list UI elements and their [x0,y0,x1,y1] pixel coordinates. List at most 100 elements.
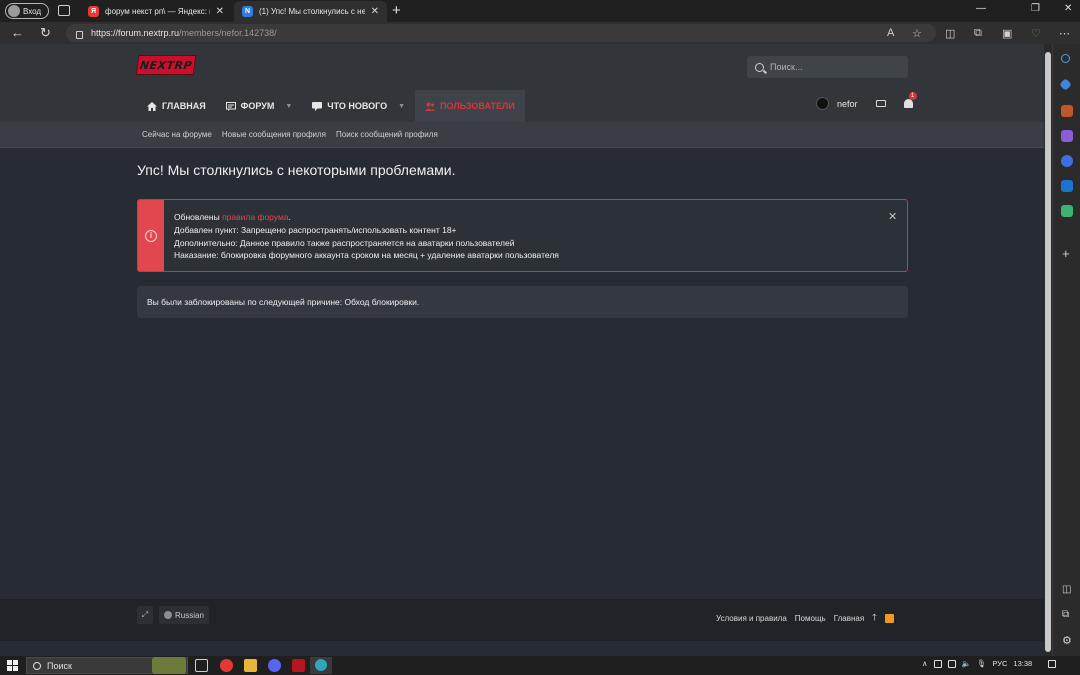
open-external-icon[interactable]: ⧉ [1062,609,1069,620]
expand-width-icon[interactable]: ⤢ [137,606,153,624]
refresh-icon[interactable]: ↻ [40,25,51,41]
chevron-down-icon[interactable]: ▼ [285,103,292,110]
site-logo[interactable]: NEXTRP [135,55,197,75]
restore-icon[interactable]: ❐ [1031,3,1040,14]
mail-icon[interactable] [875,100,886,107]
footer-link-terms[interactable]: Условия и правила [716,614,787,623]
close-tab-icon[interactable]: ✕ [216,6,224,17]
notice-side: i [138,200,164,271]
mic-icon[interactable]: 🎙 [977,659,987,668]
more-menu-icon[interactable]: ⋯ [1059,27,1070,40]
avatar[interactable] [816,97,829,110]
footer-link-home[interactable]: Главная [834,614,864,623]
tray-chevron-icon[interactable]: ∧ [922,659,928,668]
tab-title: (1) Упс! Мы столкнулись с неко [259,7,365,16]
main-nav: ГЛАВНАЯ ФОРУМ ▼ ЧТО НОВОГО ▼ ПОЛЬЗОВАТЕЛ… [137,90,525,122]
profile-avatar-icon [8,5,20,17]
drop-icon[interactable] [1061,205,1073,217]
tab-yandex[interactable]: Я форум некст рп\ — Яндекс: на ✕ [80,1,232,22]
users-icon [425,102,436,111]
footer-link-help[interactable]: Помощь [795,614,826,623]
windows-start-icon[interactable] [7,660,18,671]
notice-text: Обновлены [174,212,223,222]
close-notice-icon[interactable]: ✕ [888,210,897,223]
close-tab-icon[interactable]: ✕ [371,6,379,17]
close-window-icon[interactable]: ✕ [1064,3,1072,14]
nav-item-whats-new[interactable]: ЧТО НОВОГО ▼ [302,90,415,122]
new-tab-icon[interactable]: + [392,2,401,19]
subnav-link-online[interactable]: Сейчас на форуме [142,130,212,139]
search-highlight-icon[interactable] [152,657,186,674]
settings-gear-icon[interactable]: ⚙ [1062,634,1072,647]
taskbar-search-label: Поиск [47,660,72,671]
nextrp-app-icon[interactable] [292,659,305,672]
nav-item-users[interactable]: ПОЛЬЗОВАТЕЛИ [415,90,525,122]
nav-item-home[interactable]: ГЛАВНАЯ [137,90,216,122]
edge-sidebar: + ◫ ⧉ ⚙ [1052,44,1080,656]
logo-text: NEXTRP [138,58,194,72]
profile-label: Вход [23,6,42,16]
task-view-icon[interactable] [195,659,208,672]
search-icon[interactable] [1061,54,1070,63]
display-icon[interactable] [947,659,956,668]
rss-icon[interactable] [884,613,894,623]
discord-icon[interactable] [268,659,281,672]
system-tray: ∧ 🔈 🎙 РУС 13:38 [922,659,1057,668]
chevron-down-icon[interactable]: ▼ [398,103,405,110]
favorite-star-icon[interactable]: ☆ [912,27,922,40]
page-title: Упс! Мы столкнулись с некоторыми проблем… [137,162,456,178]
games-icon[interactable] [1061,130,1073,142]
subnav-link-new-profile-posts[interactable]: Новые сообщения профиля [222,130,326,139]
network-icon[interactable] [933,659,942,668]
username-link[interactable]: nefor [837,99,858,109]
search-placeholder: Поиск... [770,62,803,72]
site-search-input[interactable]: Поиск... [747,56,908,78]
language-chooser[interactable]: Russian [159,606,209,624]
page-scrollbar[interactable] [1044,44,1052,656]
notice-alert: i Обновлены правила форума. Добавлен пун… [137,199,908,272]
edge-taskbar-button[interactable] [310,657,332,674]
footer-links: Условия и правила Помощь Главная 🡑 [716,610,894,626]
forum-icon [225,101,236,111]
block-message: Вы были заблокированы по следующей причи… [137,286,908,318]
rules-link[interactable]: правила форума [222,212,288,222]
collections-icon[interactable]: ▣ [1002,27,1012,40]
read-aloud-icon[interactable]: A [887,27,894,39]
yandex-browser-icon[interactable] [220,659,233,672]
browser-essentials-icon[interactable]: ♡ [1031,27,1041,40]
windows-taskbar: Поиск ∧ 🔈 🎙 РУС 13:38 [0,656,1080,675]
sub-nav: Сейчас на форуме Новые сообщения профиля… [0,122,1044,148]
volume-icon[interactable]: 🔈 [962,659,971,668]
copilot-icon[interactable] [1061,155,1073,167]
language-label: Russian [175,610,204,620]
subnav-link-search-profile-posts[interactable]: Поиск сообщений профиля [336,130,438,139]
notifications-icon[interactable] [1048,659,1057,668]
scroll-top-icon[interactable]: 🡑 [872,610,877,626]
file-explorer-icon[interactable] [244,659,257,672]
tab-forum-active[interactable]: N (1) Упс! Мы столкнулись с неко ✕ [234,1,387,22]
notification-badge: 1 [908,92,917,100]
tab-title: форум некст рп\ — Яндекс: на [105,7,210,16]
lock-icon [76,30,83,39]
alerts-button[interactable]: 1 [903,92,917,108]
split-screen-icon[interactable]: ◫ [945,27,955,40]
profile-button[interactable]: Вход [5,3,49,19]
scrollbar-thumb[interactable] [1045,52,1051,652]
hide-sidebar-icon[interactable]: ◫ [1062,584,1071,595]
add-sidebar-app-icon[interactable]: + [1062,246,1070,261]
outlook-icon[interactable] [1061,180,1073,192]
comments-icon [312,101,323,111]
shopping-tag-icon[interactable] [1059,78,1072,91]
block-reason-text: Вы были заблокированы по следующей причи… [147,297,420,307]
clock[interactable]: 13:38 [1013,659,1032,668]
language-indicator[interactable]: РУС [992,659,1007,668]
tools-icon[interactable] [1061,105,1073,117]
yandex-icon: Я [88,6,99,17]
minimize-icon[interactable]: — [976,3,986,14]
tab-actions-icon[interactable] [58,5,70,16]
web-page: NEXTRP Поиск... ГЛАВНАЯ ФОРУМ ▼ ЧТО НОВО… [0,44,1044,656]
extensions-icon[interactable]: ⧉ [974,27,982,40]
back-icon[interactable]: ← [11,25,24,40]
nav-item-forum[interactable]: ФОРУМ ▼ [216,90,303,122]
url-field[interactable]: https://forum.nextrp.ru/members/nefor.14… [66,24,936,42]
